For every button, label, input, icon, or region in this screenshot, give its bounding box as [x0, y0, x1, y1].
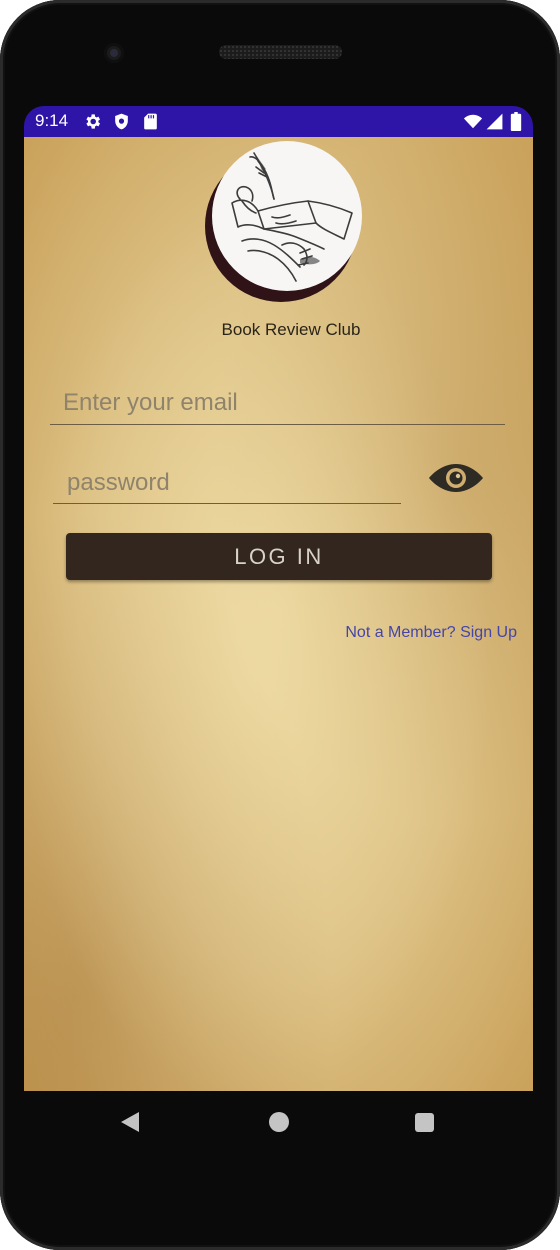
- recents-icon[interactable]: [415, 1113, 434, 1132]
- battery-icon: [509, 112, 523, 131]
- password-field-container: [53, 462, 401, 504]
- signup-link[interactable]: Not a Member? Sign Up: [324, 624, 517, 642]
- wifi-icon: [462, 112, 484, 131]
- login-button[interactable]: LOG IN: [66, 533, 492, 580]
- home-icon[interactable]: [269, 1112, 289, 1132]
- phone-frame: 9:14 Book Review Club Enter your email L…: [0, 0, 560, 1250]
- cellular-signal-icon: [485, 112, 504, 131]
- gear-icon: [83, 112, 102, 131]
- app-title: Book Review Club: [221, 320, 361, 339]
- book-quill-logo-icon: [212, 141, 362, 291]
- status-bar: 9:14: [24, 106, 533, 137]
- back-icon[interactable]: [120, 1111, 140, 1133]
- toggle-password-visibility-button[interactable]: [428, 461, 484, 495]
- front-camera: [104, 43, 124, 63]
- login-screen: Book Review Club LOG IN Not a Member? Si…: [24, 137, 533, 1091]
- eye-icon: [429, 464, 483, 492]
- sd-card-icon: [141, 112, 160, 131]
- device-screen: 9:14 Book Review Club Enter your email L…: [24, 106, 533, 1091]
- email-field-container: [50, 382, 505, 425]
- navigation-bar: [24, 1091, 533, 1153]
- status-time: 9:14: [35, 111, 69, 130]
- app-logo: [205, 141, 362, 303]
- shield-icon: [112, 112, 131, 131]
- email-input[interactable]: [50, 382, 505, 424]
- password-input[interactable]: [53, 462, 401, 503]
- earpiece-speaker: [219, 45, 342, 59]
